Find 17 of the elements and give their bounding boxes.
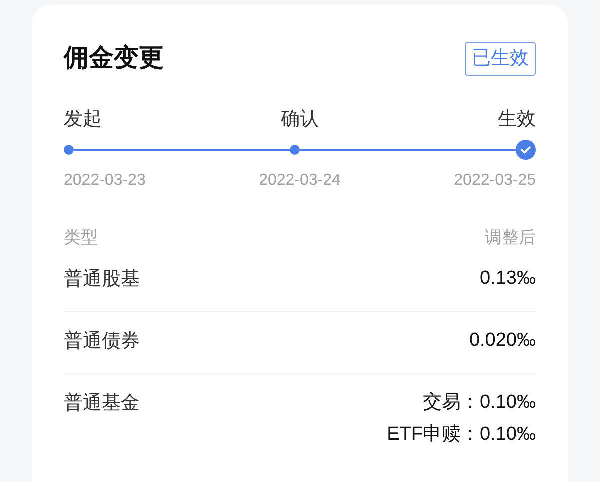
status-badge: 已生效 [465,42,536,76]
column-header: 类型 [64,227,98,249]
step-date: 2022-03-23 [64,171,146,191]
type-cell-text: 普通债券 [64,330,140,354]
rate-value: 0.020‰ [469,329,536,353]
step-date: 2022-03-25 [454,171,536,191]
column-header: 调整后 [485,227,536,249]
rate-value: 0.13‰ [480,267,536,291]
type-cell-text: 普通股基 [64,268,140,292]
rate-value: 交易：0.10‰ [423,391,536,415]
step-date: 2022-03-24 [259,171,341,191]
rate-value: ETF申赎：0.10‰ [387,423,536,447]
card-title: 佣金变更 [64,43,164,74]
type-cell-text: 普通基金 [64,392,140,416]
step-label: 确认 [281,108,319,132]
step-label: 生效 [498,108,536,132]
step-label: 发起 [64,108,102,132]
